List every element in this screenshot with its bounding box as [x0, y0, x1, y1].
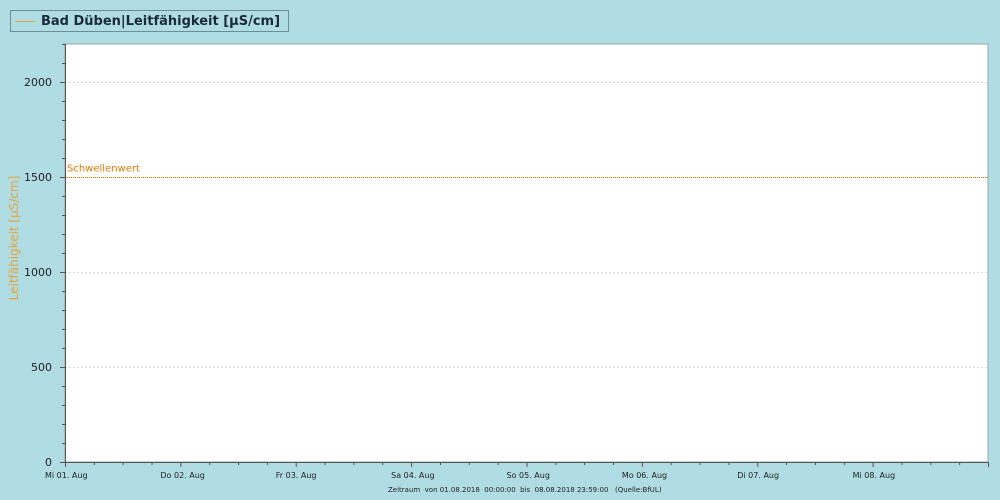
x-tick-label: Mi 08. Aug [853, 471, 896, 480]
y-tick-label: 0 [45, 456, 52, 469]
x-tick-label: So 05. Aug [507, 471, 550, 480]
y-tick-label: 1000 [24, 266, 52, 279]
plot-area [64, 43, 989, 463]
chart-svg: Schwellenwert 0 500 1000 1500 2000 Mi 01. Au… [7, 43, 989, 494]
y-tick-label: 500 [31, 361, 52, 374]
x-tick-label: Do 02. Aug [160, 471, 204, 480]
y-axis-title: Leitfähigkeit [µS/cm] [7, 176, 21, 301]
x-tick-label: Di 07. Aug [737, 471, 779, 480]
footer-quelle: (Quelle:BfUL) [615, 486, 662, 494]
x-tick-labels: Mi 01. Aug Do 02. Aug Fr 03. Aug Sa 04. Aug… [45, 471, 895, 480]
y-tick-labels: 0 500 1000 1500 2000 [24, 76, 52, 469]
y-tick-label: 2000 [24, 76, 52, 89]
y-tick-label: 1500 [24, 171, 52, 184]
footer-zeitraum: Zeitraum von 01.08.2018 00:00:00 bis 08.… [388, 486, 608, 494]
x-tick-label: Fr 03. Aug [276, 471, 317, 480]
threshold-label: Schwellenwert [67, 164, 140, 175]
x-tick-label: Mo 06. Aug [622, 471, 667, 480]
x-tick-label: Mi 01. Aug [45, 471, 88, 480]
x-tick-label: Sa 04. Aug [391, 471, 434, 480]
